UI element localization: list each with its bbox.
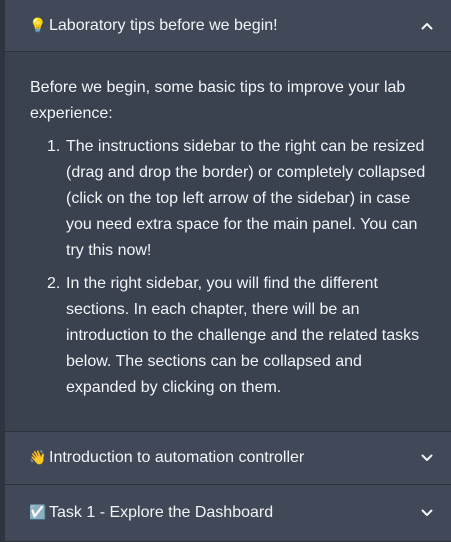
section-lab-tips-body: Before we begin, some basic tips to impr…: [5, 52, 451, 431]
instructions-sidebar: 💡 Laboratory tips before we begin! Befor…: [0, 0, 451, 542]
section-task-1-title: Task 1 - Explore the Dashboard: [49, 504, 274, 521]
section-task-1-header[interactable]: ☑️ Task 1 - Explore the Dashboard: [5, 485, 451, 542]
check-box-icon: ☑️: [29, 505, 47, 521]
list-item: 2. In the right sidebar, you will find t…: [30, 271, 431, 401]
tips-intro-text: Before we begin, some basic tips to impr…: [30, 79, 406, 122]
chevron-down-icon[interactable]: [413, 454, 441, 462]
section-introduction-title: Introduction to automation controller: [49, 449, 305, 466]
section-introduction-header[interactable]: 👋 Introduction to automation controller: [5, 431, 451, 485]
section-lab-tips-title: Laboratory tips before we begin!: [49, 16, 278, 34]
list-item-number: 1.: [47, 138, 61, 155]
list-item-text: In the right sidebar, you will find the …: [66, 275, 420, 396]
chevron-down-icon[interactable]: [413, 509, 441, 517]
list-item-number: 2.: [47, 275, 61, 292]
list-item-text: The instructions sidebar to the right ca…: [66, 138, 426, 259]
tips-list: 1. The instructions sidebar to the right…: [30, 134, 431, 401]
section-task-1: ☑️ Task 1 - Explore the Dashboard: [5, 485, 451, 542]
chevron-up-icon[interactable]: [413, 22, 441, 30]
waving-hand-icon: 👋: [29, 450, 47, 466]
section-introduction: 👋 Introduction to automation controller: [5, 431, 451, 485]
lightbulb-icon: 💡: [29, 17, 47, 34]
list-item: 1. The instructions sidebar to the right…: [30, 134, 431, 264]
section-lab-tips: 💡 Laboratory tips before we begin! Befor…: [5, 0, 451, 431]
section-lab-tips-header[interactable]: 💡 Laboratory tips before we begin!: [5, 0, 451, 52]
